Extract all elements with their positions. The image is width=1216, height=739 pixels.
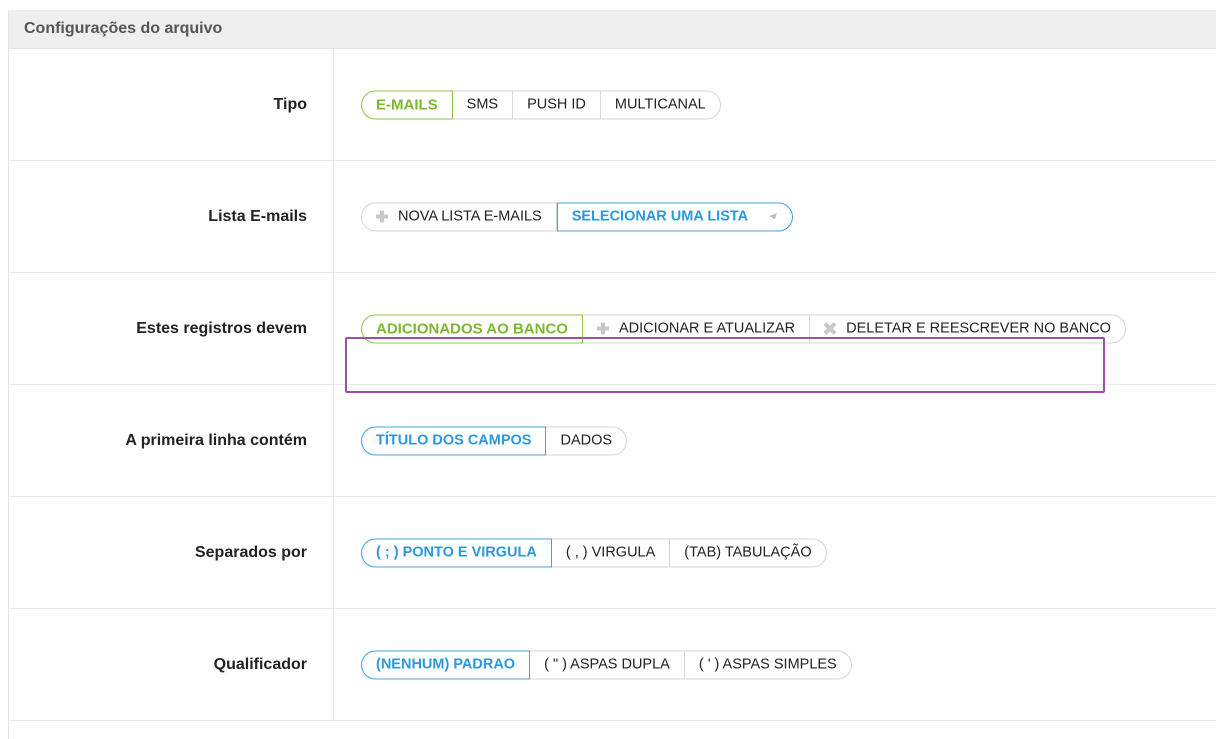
- type-option-push-id[interactable]: PUSH ID: [513, 90, 601, 119]
- first-line-option-titles[interactable]: TÍTULO DOS CAMPOS: [361, 426, 547, 455]
- records-option-add[interactable]: ADICIONADOS AO BANCO: [361, 314, 583, 343]
- separator-option-semicolon[interactable]: ( ; ) PONTO E VIRGULA: [361, 538, 552, 567]
- row-lista-emails: Lista E-mails NOVA LISTA E-MAILS SELECIO…: [9, 161, 1216, 273]
- separator-group: ( ; ) PONTO E VIRGULA ( , ) VIRGULA (TAB…: [361, 538, 827, 567]
- select-list-label: SELECIONAR UMA LISTA: [571, 208, 749, 225]
- email-list-group: NOVA LISTA E-MAILS SELECIONAR UMA LISTA: [361, 202, 794, 231]
- row-primeira-linha: A primeira linha contém TÍTULO DOS CAMPO…: [9, 385, 1216, 497]
- separator-option-tab[interactable]: (TAB) TABULAÇÃO: [670, 538, 827, 567]
- row-label-lista-emails: Lista E-mails: [208, 207, 307, 225]
- type-option-emails[interactable]: E-MAILS: [361, 90, 453, 119]
- type-option-multicanal[interactable]: MULTICANAL: [600, 90, 721, 119]
- row-label-separados: Separados por: [194, 543, 307, 561]
- qualifier-group: (NENHUM) PADRAO ( " ) ASPAS DUPLA ( ' ) …: [361, 650, 852, 679]
- row-label-tipo: Tipo: [273, 95, 307, 113]
- qualifier-option-double-quotes[interactable]: ( " ) ASPAS DUPLA: [530, 650, 685, 679]
- file-settings-panel: Configurações do arquivo Tipo E-MAILS SM…: [8, 10, 1216, 739]
- records-option-delete-rewrite-label: DELETAR E REESCREVER NO BANCO: [846, 320, 1111, 337]
- records-option-add-update[interactable]: ADICIONAR E ATUALIZAR: [582, 314, 811, 343]
- row-label-primeira-linha: A primeira linha contém: [125, 431, 307, 449]
- x-icon: [824, 323, 836, 335]
- row-qualificador: Qualificador (NENHUM) PADRAO ( " ) ASPAS…: [9, 609, 1216, 721]
- qualifier-option-none[interactable]: (NENHUM) PADRAO: [361, 650, 531, 679]
- records-mode-group: ADICIONADOS AO BANCO ADICIONAR E ATUALIZ…: [361, 314, 1126, 343]
- row-separados: Separados por ( ; ) PONTO E VIRGULA ( , …: [9, 497, 1216, 609]
- first-line-group: TÍTULO DOS CAMPOS DADOS: [361, 426, 628, 455]
- row-registros: Estes registros devem ADICIONADOS AO BAN…: [9, 273, 1216, 385]
- new-email-list-button[interactable]: NOVA LISTA E-MAILS: [361, 202, 557, 231]
- settings-rows: Tipo E-MAILS SMS PUSH ID MULTICANAL List…: [9, 49, 1216, 721]
- type-toggle-group: E-MAILS SMS PUSH ID MULTICANAL: [361, 90, 721, 119]
- separator-option-comma[interactable]: ( , ) VIRGULA: [551, 538, 671, 567]
- plus-icon: [376, 210, 388, 223]
- new-email-list-label: NOVA LISTA E-MAILS: [398, 208, 542, 225]
- select-list-dropdown[interactable]: SELECIONAR UMA LISTA: [556, 202, 794, 231]
- row-tipo: Tipo E-MAILS SMS PUSH ID MULTICANAL: [9, 49, 1216, 161]
- row-label-registros: Estes registros devem: [136, 319, 307, 337]
- qualifier-option-single-quotes[interactable]: ( ' ) ASPAS SIMPLES: [684, 650, 852, 679]
- type-option-sms[interactable]: SMS: [452, 90, 514, 119]
- panel-title: Configurações do arquivo: [9, 10, 1216, 49]
- row-label-qualificador: Qualificador: [213, 655, 307, 673]
- caret-down-icon: [769, 212, 779, 221]
- first-line-option-data[interactable]: DADOS: [546, 426, 628, 455]
- plus-icon: [596, 322, 609, 335]
- records-option-delete-rewrite[interactable]: DELETAR E REESCREVER NO BANCO: [810, 314, 1126, 343]
- records-option-add-update-label: ADICIONAR E ATUALIZAR: [618, 320, 796, 337]
